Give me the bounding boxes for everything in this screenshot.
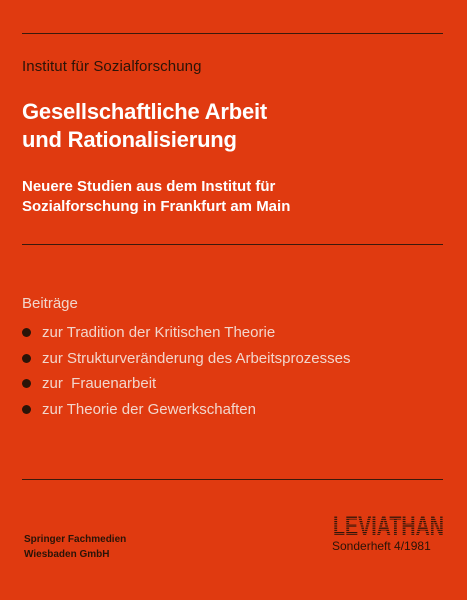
top-rule	[22, 33, 443, 34]
leviathan-logo: LEVIATHAN	[333, 511, 444, 538]
list-item-label: zur Theorie der Gewerkschaften	[42, 400, 256, 418]
list-item-label: zur Tradition der Kritischen Theorie	[42, 324, 276, 342]
bullet-icon	[22, 353, 31, 363]
list-item: zur Frauenarbeit	[22, 371, 351, 397]
publisher-line-1: Springer Fachmedien	[24, 534, 127, 545]
list-item: zur Strukturveränderung des Arbeitsproze…	[22, 346, 351, 372]
list-item-label: zur Frauenarbeit	[42, 375, 157, 393]
bullet-icon	[22, 328, 31, 338]
contributions-list: zur Tradition der Kritischen Theorie zur…	[22, 320, 351, 422]
bottom-rule	[22, 479, 443, 480]
title-line-2: und Rationalisierung	[22, 127, 237, 152]
list-item-label: zur Strukturveränderung des Arbeitsproze…	[42, 349, 351, 367]
subtitle-line-2: Sozialforschung in Frankfurt am Main	[22, 198, 291, 215]
publisher: Springer Fachmedien Wiesbaden GmbH	[24, 532, 126, 562]
book-title: Gesellschaftliche Arbeit und Rationalisi…	[22, 98, 267, 154]
list-item: zur Theorie der Gewerkschaften	[22, 397, 351, 423]
contributions-heading: Beiträge	[22, 295, 78, 312]
institute-name: Institut für Sozialforschung	[22, 58, 202, 75]
list-item: zur Tradition der Kritischen Theorie	[22, 320, 351, 346]
title-line-1: Gesellschaftliche Arbeit	[22, 99, 268, 124]
series-block: LEVIATHAN Sonderheft 4/1981	[332, 510, 445, 553]
book-subtitle: Neuere Studien aus dem Institut für Sozi…	[22, 177, 290, 217]
bullet-icon	[22, 379, 31, 389]
publisher-line-2: Wiesbaden GmbH	[24, 549, 110, 560]
series-issue: Sonderheft 4/1981	[332, 539, 431, 553]
subtitle-line-1: Neuere Studien aus dem Institut für	[22, 178, 276, 195]
bullet-icon	[22, 404, 31, 414]
leviathan-logo-text: LEVIATHAN	[333, 511, 444, 538]
middle-rule	[22, 244, 443, 245]
book-cover: Institut für Sozialforschung Gesellschaf…	[0, 0, 467, 600]
